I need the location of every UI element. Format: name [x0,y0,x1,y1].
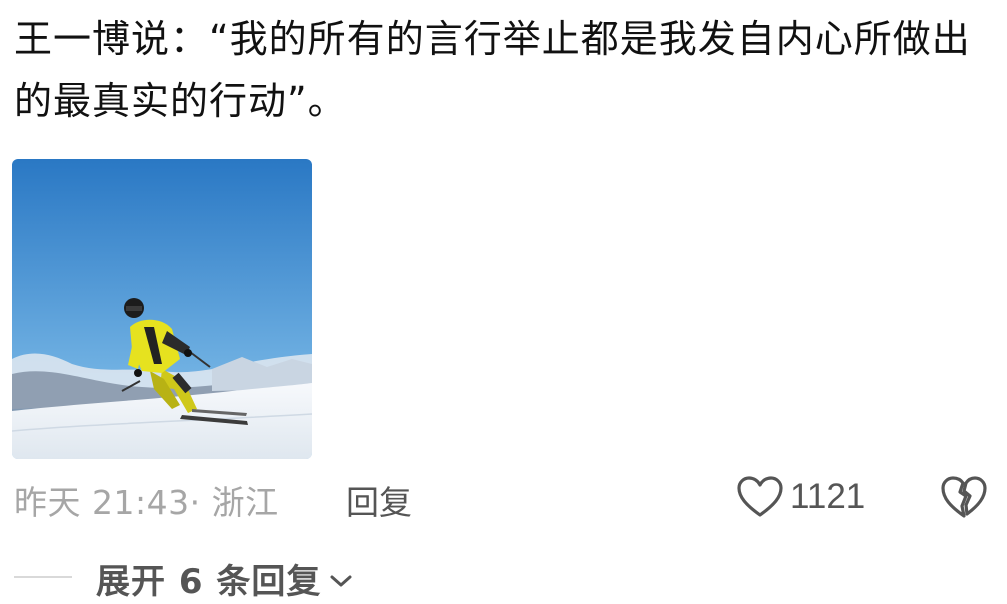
comment-meta-row: 昨天 21:43· 浙江 回复 1121 [14,472,994,522]
reply-button[interactable]: 回复 [346,476,412,524]
dislike-button[interactable] [940,474,988,524]
expand-replies-row: 展开 6 条回复 [0,548,500,604]
divider-line [14,576,72,578]
chevron-down-icon [330,575,352,586]
like-count: 1121 [790,477,866,516]
comment-photo[interactable] [12,159,312,459]
like-button[interactable]: 1121 [736,472,865,522]
comment-time-location: 昨天 21:43· 浙江 [14,483,279,522]
expand-replies-button[interactable]: 展开 6 条回复 [96,554,353,603]
expand-replies-label: 展开 6 条回复 [96,562,322,602]
comment-text: 王一博说：“我的所有的言行举止都是我发自内心所做出的最真实的行动”。 [14,17,971,123]
heart-outline-icon [737,476,783,517]
skier-photo-illustration [12,159,312,459]
broken-heart-icon [941,476,987,518]
